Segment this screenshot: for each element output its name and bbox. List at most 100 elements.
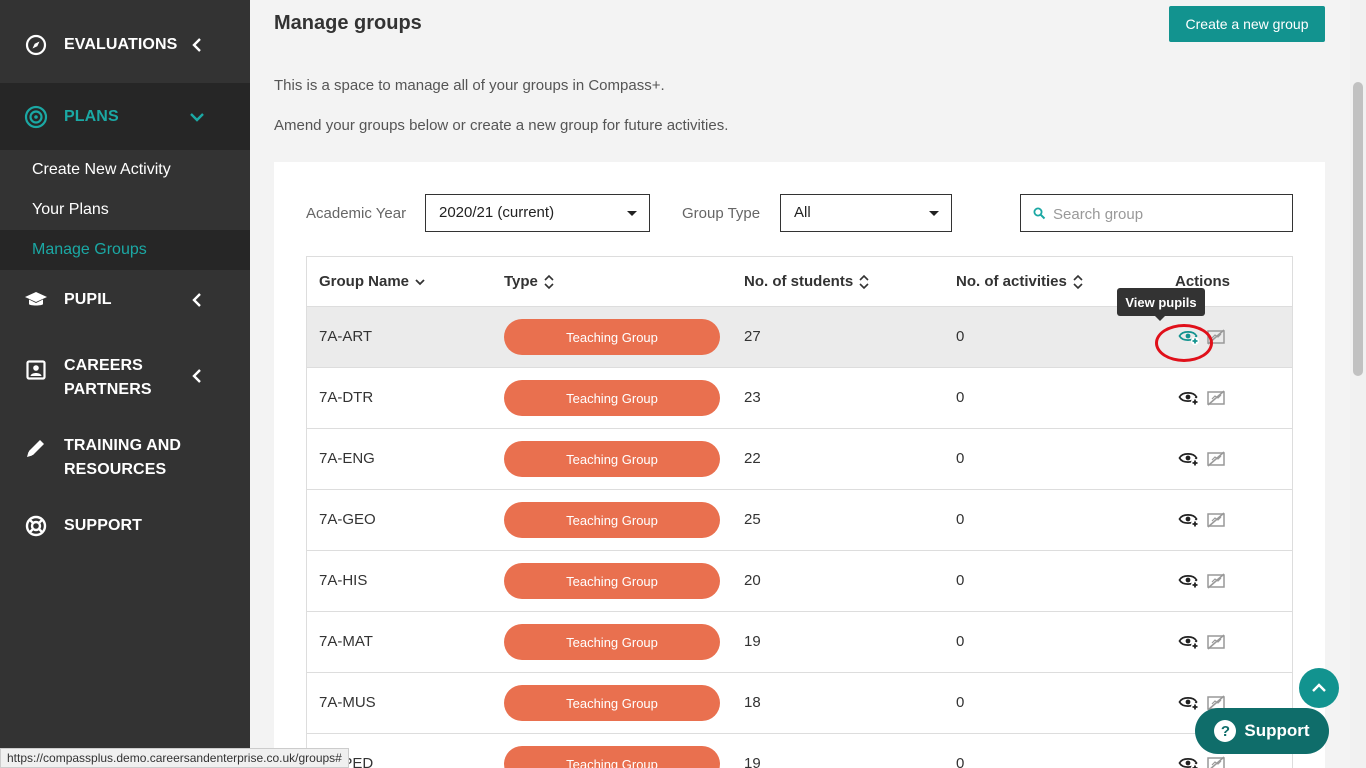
students-count-cell: 22 [744,450,761,467]
group-type-badge: Teaching Group [504,685,720,721]
main-content: Manage groups Create a new group This is… [250,0,1350,768]
archive-group-icon[interactable] [1206,450,1226,468]
sort-type[interactable]: Type [504,273,554,290]
header-group-name: Group Name [319,273,410,290]
nav-careers-label-line1: CAREERS [64,357,143,374]
nav-pupil-label: PUPIL [64,291,112,308]
nav-plans-label: PLANS [64,107,119,125]
sort-group-name[interactable]: Group Name [319,273,425,290]
archive-group-icon[interactable] [1206,633,1226,651]
chevron-down-icon [189,109,205,125]
scroll-thumb[interactable] [1353,82,1363,376]
contact-card-icon [24,358,48,382]
academic-year-label: Academic Year [306,205,407,222]
view-pupils-icon[interactable] [1178,572,1200,590]
sort-icon [544,274,554,289]
group-type-badge: Teaching Group [504,319,720,355]
chevron-left-icon [189,292,205,308]
nav-careers-partners[interactable]: CAREERS PARTNERS [0,352,250,400]
caret-down-icon [627,211,637,216]
group-type-label: Group Type [682,205,761,222]
page-description: This is a space to manage all of your gr… [274,77,665,94]
table-row: 7A-MAT Teaching Group 19 0 [307,612,1292,673]
group-type-badge: Teaching Group [504,441,720,477]
nav-training-label-line1: TRAINING AND [64,437,182,454]
highlight-annotation [1155,324,1213,362]
group-type-select[interactable]: All [780,194,952,232]
group-name-cell: 7A-ENG [319,450,375,467]
view-pupils-icon[interactable] [1178,511,1200,529]
search-input[interactable] [1053,201,1283,227]
groups-table: Group Name Type No. of students No. of a… [306,256,1293,768]
scroll-to-top-button[interactable] [1299,668,1339,708]
archive-group-icon[interactable] [1206,572,1226,590]
archive-group-icon[interactable] [1206,389,1226,407]
view-pupils-icon[interactable] [1178,633,1200,651]
group-name-cell: 7A-HIS [319,572,368,589]
sort-students[interactable]: No. of students [744,273,869,290]
activities-count-cell: 0 [956,328,965,345]
archive-group-icon[interactable] [1206,755,1226,768]
group-type-value: All [794,204,811,221]
support-button[interactable]: ? Support [1195,708,1329,754]
view-pupils-icon[interactable] [1178,450,1200,468]
nav-support[interactable]: SUPPORT [0,502,250,550]
nav-careers-label-line2: PARTNERS [64,381,152,398]
sort-icon [859,274,869,289]
activities-count-cell: 0 [956,511,965,528]
scrollbar[interactable] [1350,0,1366,768]
nav-plans[interactable]: PLANS [0,83,250,150]
table-row: 7A-ART Teaching Group 27 0 [307,307,1292,368]
header-type: Type [504,273,538,290]
view-pupils-icon[interactable] [1178,389,1200,407]
target-icon [24,105,48,129]
question-icon: ? [1214,720,1237,742]
nav-pupil[interactable]: PUPIL [0,276,250,324]
sort-activities[interactable]: No. of activities [956,273,1083,290]
pencil-icon [24,436,48,460]
view-pupils-tooltip: View pupils [1117,288,1205,321]
compass-icon [24,33,48,57]
header-students: No. of students [744,273,854,290]
create-group-button[interactable]: Create a new group [1169,6,1325,42]
activities-count-cell: 0 [956,694,965,711]
caret-down-icon [929,211,939,216]
subnav-manage-groups[interactable]: Manage Groups [0,230,250,270]
search-box [1020,194,1293,232]
table-row: 7A-PEDTeaching Group190 [307,734,1292,768]
group-type-badge: Teaching Group [504,502,720,538]
group-name-cell: 7A-MAT [319,633,373,650]
page-description-2: Amend your groups below or create a new … [274,117,729,134]
subnav-create-new-activity[interactable]: Create New Activity [0,150,250,190]
academic-year-value: 2020/21 (current) [439,204,555,221]
group-type-badge: Teaching Group [504,563,720,599]
students-count-cell: 25 [744,511,761,528]
graduation-cap-icon [24,288,48,312]
group-type-badge: Teaching Group [504,746,720,768]
group-name-cell: 7A-DTR [319,389,374,406]
table-row: 7A-ENG Teaching Group 22 0 [307,429,1292,490]
header-activities: No. of activities [956,273,1067,290]
subnav-your-plans[interactable]: Your Plans [0,190,250,230]
group-name-cell: 7A-MUS [319,694,376,711]
students-count-cell: 19 [744,755,761,768]
students-count-cell: 23 [744,389,761,406]
nav-support-label: SUPPORT [64,517,143,534]
lifebuoy-icon [24,514,48,538]
table-row: 7A-MUS Teaching Group 18 0 [307,673,1292,734]
sort-icon [1073,274,1083,289]
groups-card: Academic Year 2020/21 (current) Group Ty… [274,162,1325,768]
page-title: Manage groups [274,12,422,34]
nav-evaluations[interactable]: EVALUATIONS [0,21,250,69]
archive-group-icon[interactable] [1206,511,1226,529]
activities-count-cell: 0 [956,389,965,406]
view-pupils-icon[interactable] [1178,755,1200,768]
academic-year-select[interactable]: 2020/21 (current) [425,194,650,232]
activities-count-cell: 0 [956,755,965,768]
group-type-badge: Teaching Group [504,380,720,416]
nav-training-resources[interactable]: TRAINING AND RESOURCES [0,432,250,480]
view-pupils-icon[interactable] [1178,694,1200,712]
table-body: 7A-ART Teaching Group 27 0 7A-DTR Teaching Gr… [307,307,1292,768]
chevron-up-icon [1312,683,1326,692]
activities-count-cell: 0 [956,633,965,650]
